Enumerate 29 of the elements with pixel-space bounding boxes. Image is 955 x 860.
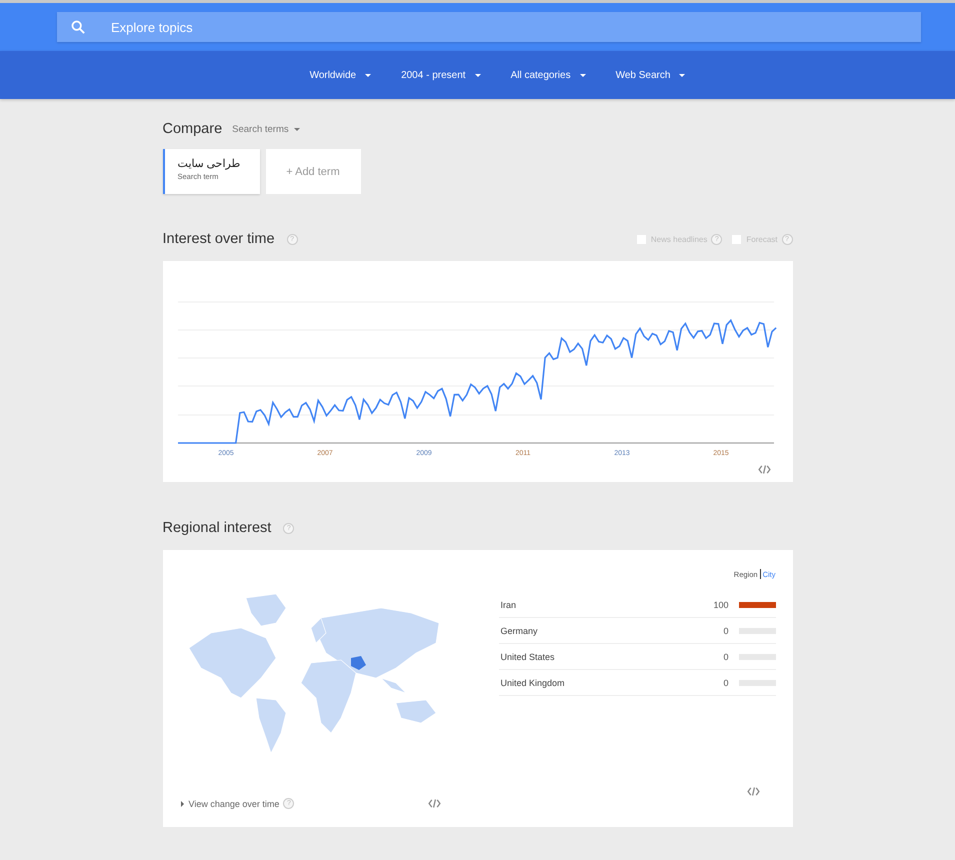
embed-code-icon[interactable] (746, 787, 760, 796)
term-name: طراحی سایت (178, 157, 241, 170)
region-name: Germany (500, 626, 539, 636)
region-name: United Kingdom (500, 678, 566, 688)
section-title: Regional interest (162, 520, 272, 536)
filter-dropdown[interactable]: All categories (506, 66, 590, 84)
add-term-button[interactable]: + Add term (266, 149, 360, 194)
filter-dropdown[interactable]: 2004 - present (397, 66, 485, 84)
search-field[interactable]: Explore topics (57, 12, 921, 42)
region-value: 0 (723, 678, 728, 688)
view-change-link[interactable]: View change over time (180, 798, 280, 808)
caret-icon (679, 74, 686, 76)
search-terms-dropdown[interactable]: Search terms (232, 124, 300, 134)
caret-icon (294, 128, 300, 130)
filter-dropdown[interactable]: Web Search (612, 66, 690, 84)
expand-icon (180, 800, 184, 806)
embed-code-icon[interactable] (428, 799, 440, 808)
region-value: 100 (713, 600, 728, 610)
region-value: 0 (723, 626, 728, 636)
embed-code-icon[interactable] (758, 465, 770, 474)
region-name: United States (500, 652, 556, 662)
region-name: Iran (500, 600, 518, 610)
caret-icon (580, 74, 586, 76)
caret-icon (474, 74, 481, 76)
caret-icon (365, 74, 372, 76)
section-title: Interest over time (162, 231, 275, 247)
section-title: Compare (162, 121, 222, 137)
region-value: 0 (723, 652, 728, 662)
filter-dropdown[interactable]: Worldwide (306, 66, 376, 84)
